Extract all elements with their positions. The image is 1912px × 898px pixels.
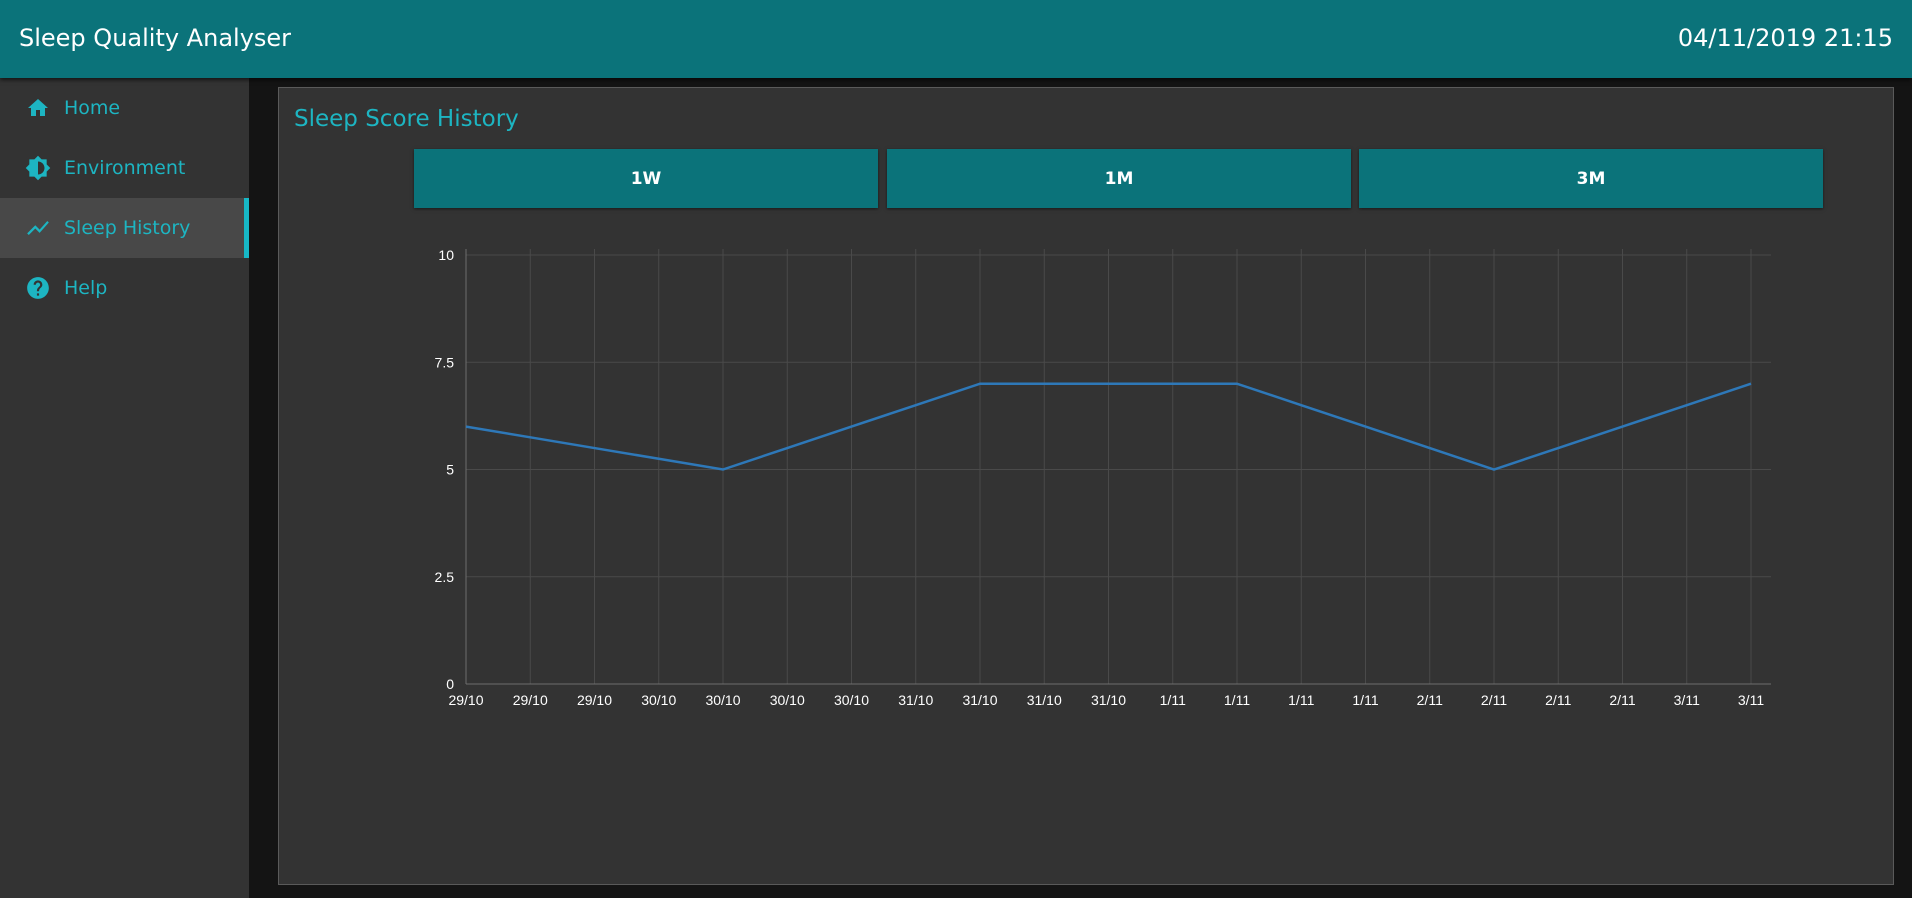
sidebar-item-environment[interactable]: Environment <box>0 138 249 198</box>
x-tick-label: 2/11 <box>1417 692 1443 708</box>
x-tick-label: 30/10 <box>834 692 869 708</box>
current-datetime: 04/11/2019 21:15 <box>1677 24 1893 52</box>
trending-up-icon <box>24 214 52 242</box>
sidebar-item-home[interactable]: Home <box>0 78 249 138</box>
x-tick-label: 29/10 <box>448 692 483 708</box>
y-tick-label: 5 <box>446 462 454 478</box>
brightness-icon <box>24 154 52 182</box>
y-tick-label: 2.5 <box>435 569 455 585</box>
sidebar-item-label: Help <box>64 277 108 299</box>
x-tick-label: 29/10 <box>577 692 612 708</box>
sidebar-item-label: Sleep History <box>64 217 191 239</box>
x-tick-label: 31/10 <box>1027 692 1062 708</box>
x-tick-label: 1/11 <box>1288 692 1314 708</box>
y-tick-label: 0 <box>446 676 454 692</box>
x-tick-label: 30/10 <box>705 692 740 708</box>
app-title: Sleep Quality Analyser <box>19 24 292 52</box>
sidebar-item-label: Environment <box>64 157 186 179</box>
top-bar: Sleep Quality Analyser 04/11/2019 21:15 <box>0 0 1912 78</box>
x-tick-label: 30/10 <box>770 692 805 708</box>
sleep-score-chart: 0 2.5 5 7.5 10 29/10 29/10 29/10 30/10 30/10 30/10… <box>435 247 1771 708</box>
home-icon <box>24 94 52 122</box>
sidebar: Home Environment Sleep History Help <box>0 78 249 898</box>
sidebar-item-sleep-history[interactable]: Sleep History <box>0 198 249 258</box>
x-tick-label: 30/10 <box>641 692 676 708</box>
help-circle-icon <box>24 274 52 302</box>
x-tick-label: 3/11 <box>1738 692 1764 708</box>
x-tick-label: 2/11 <box>1545 692 1571 708</box>
sidebar-item-label: Home <box>64 97 121 119</box>
x-tick-label: 1/11 <box>1352 692 1378 708</box>
x-tick-label: 3/11 <box>1674 692 1700 708</box>
x-tick-label: 31/10 <box>962 692 997 708</box>
sidebar-item-help[interactable]: Help <box>0 258 249 318</box>
y-tick-label: 7.5 <box>435 354 455 370</box>
x-tick-label: 31/10 <box>1091 692 1126 708</box>
x-tick-label: 2/11 <box>1609 692 1635 708</box>
x-tick-label: 29/10 <box>513 692 548 708</box>
x-tick-label: 2/11 <box>1481 692 1507 708</box>
x-tick-label: 1/11 <box>1224 692 1250 708</box>
x-tick-label: 1/11 <box>1160 692 1186 708</box>
x-tick-label: 31/10 <box>898 692 933 708</box>
sleep-score-card: Sleep Score History 1W 1M 3M 0 2.5 5 7.5 10 2… <box>278 87 1894 885</box>
y-tick-label: 10 <box>438 247 454 263</box>
